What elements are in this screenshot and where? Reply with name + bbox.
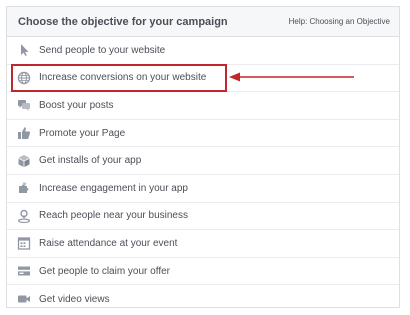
objective-item-boost-posts[interactable]: Boost your posts bbox=[7, 92, 399, 120]
objective-item-local-awareness[interactable]: Reach people near your business bbox=[7, 203, 399, 231]
objective-item-video-views[interactable]: Get video views bbox=[7, 285, 399, 313]
objective-item-app-engagement[interactable]: Increase engagement in your app bbox=[7, 175, 399, 203]
objective-item-website-clicks[interactable]: Send people to your website bbox=[7, 37, 399, 65]
puzzle-icon bbox=[16, 181, 32, 195]
objective-item-offer-claims[interactable]: Get people to claim your offer bbox=[7, 258, 399, 286]
objective-panel: Choose the objective for your campaign H… bbox=[6, 6, 400, 308]
objective-label: Increase engagement in your app bbox=[39, 182, 188, 194]
objective-label: Send people to your website bbox=[39, 44, 166, 56]
objective-item-promote-page[interactable]: Promote your Page bbox=[7, 120, 399, 148]
video-camera-icon bbox=[16, 292, 32, 306]
objective-label: Get video views bbox=[39, 293, 110, 305]
panel-title: Choose the objective for your campaign bbox=[18, 15, 228, 28]
objective-label: Get installs of your app bbox=[39, 155, 142, 167]
chat-bubbles-icon bbox=[16, 98, 32, 112]
objective-label: Boost your posts bbox=[39, 99, 114, 111]
objective-label: Promote your Page bbox=[39, 127, 126, 139]
thumbs-up-icon bbox=[16, 126, 32, 140]
objective-label: Raise attendance at your event bbox=[39, 237, 178, 249]
location-person-icon bbox=[16, 209, 32, 223]
objective-label: Reach people near your business bbox=[39, 210, 188, 222]
cursor-icon bbox=[16, 43, 32, 57]
help-link[interactable]: Help: Choosing an Objective bbox=[289, 17, 390, 26]
calendar-icon bbox=[16, 236, 32, 251]
box-icon bbox=[16, 154, 32, 168]
objective-label: Get people to claim your offer bbox=[39, 265, 170, 277]
offer-icon bbox=[16, 264, 32, 278]
globe-icon bbox=[16, 71, 32, 85]
objective-label: Increase conversions on your website bbox=[39, 72, 207, 84]
annotation-arrow bbox=[229, 72, 354, 82]
objective-item-event-responses[interactable]: Raise attendance at your event bbox=[7, 230, 399, 258]
panel-header: Choose the objective for your campaign H… bbox=[7, 7, 399, 37]
objective-item-app-installs[interactable]: Get installs of your app bbox=[7, 147, 399, 175]
